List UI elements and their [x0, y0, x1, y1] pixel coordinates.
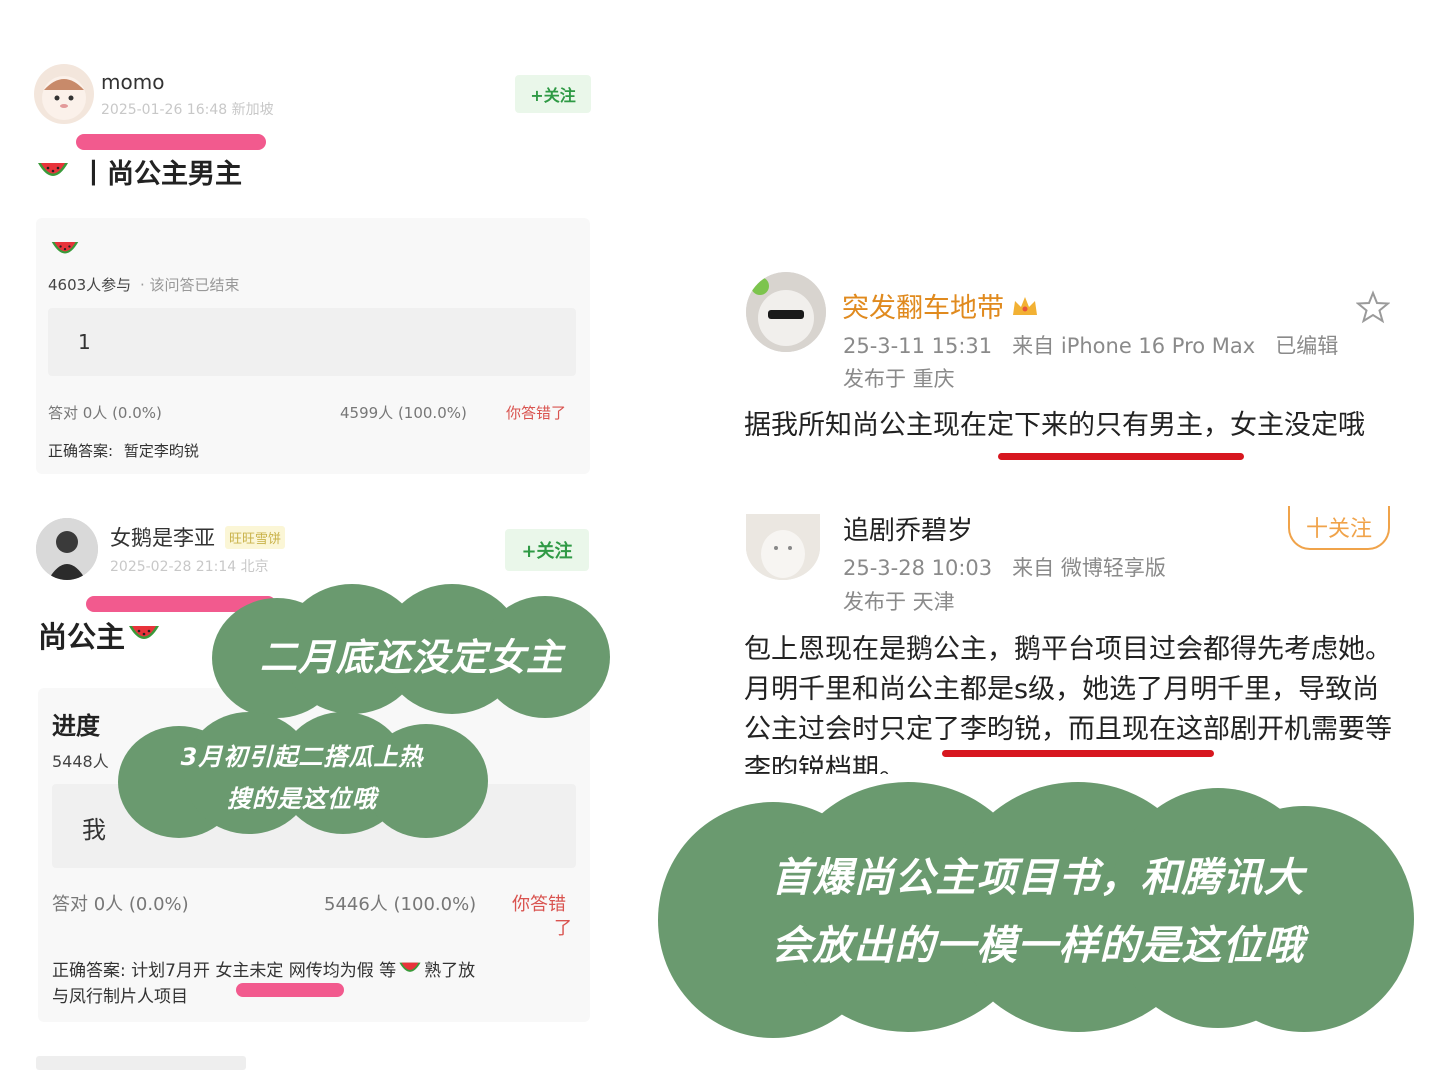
- answer-text-end: 熟了放: [424, 961, 476, 981]
- post1-meta: 2025-01-26 16:48 新加坡: [101, 102, 274, 118]
- avatar-nvelishiliya[interactable]: [36, 518, 98, 580]
- participants-count: 4603人参与: [48, 276, 132, 294]
- post2-title-row: 尚公主: [38, 614, 161, 656]
- highlight-mark: [236, 983, 344, 997]
- answer-row: 正确答案: 计划7月开 女主未定 网传均为假 等 熟了放: [52, 956, 475, 981]
- quiz-option-label: 我: [82, 816, 106, 844]
- bubble-text-line: 会放出的一模一样的是这位哦: [771, 923, 1305, 969]
- bubble-text-line: 搜的是这位哦: [227, 785, 377, 813]
- post1-username[interactable]: momo: [101, 70, 164, 94]
- faded-line: [36, 1056, 246, 1070]
- underline-mark: [942, 750, 1214, 757]
- comment2-meta: 25-3-28 10:03 来自 微博轻享版: [843, 556, 1166, 580]
- bubble-text-line: 首爆尚公主项目书，和腾讯大: [771, 855, 1305, 901]
- bubble-text-line: 3月初引起二搭瓜上热: [180, 743, 424, 771]
- progress-label: 进度: [52, 712, 100, 740]
- avatar-image: [746, 514, 820, 580]
- comment1-user-row: 突发翻车地带: [842, 286, 1040, 325]
- post2-meta: 2025-02-28 21:14 北京: [110, 559, 269, 575]
- answer-text: 正确答案: 计划7月开 女主未定 网传均为假 等: [52, 961, 397, 981]
- avatar-image: [36, 518, 98, 580]
- quiz-option[interactable]: 1: [48, 308, 576, 376]
- avatar-momo[interactable]: [34, 64, 94, 124]
- post2-user-row: 女鹅是李亚 旺旺雪饼: [110, 522, 286, 552]
- comment1-username[interactable]: 突发翻车地带: [842, 286, 1004, 325]
- follow-button[interactable]: +关注: [505, 529, 589, 571]
- wrong-stat: 4599人 (100.0%): [340, 404, 467, 422]
- post1-title-row: 丨尚公主男主: [36, 152, 242, 191]
- post1-title: 丨尚公主男主: [80, 159, 242, 190]
- answer-text: 暂定李昀锐: [123, 442, 199, 460]
- wrong-label: 你答错了: [506, 404, 567, 422]
- wrong-stat: 5446人 (100.0%): [324, 894, 477, 915]
- comment1-meta: 25-3-11 15:31 来自 iPhone 16 Pro Max 已编辑: [843, 334, 1339, 358]
- avatar-zhuijuqiaobisui[interactable]: [746, 514, 820, 580]
- user-badge: 旺旺雪饼: [225, 525, 286, 549]
- comment1-location: 发布于 重庆: [843, 367, 955, 391]
- bubble-text: 首爆尚公主项目书，和腾讯大 会放出的一模一样的是这位哦: [698, 842, 1378, 982]
- participants-row: 4603人参与 · 该问答已结束: [48, 274, 240, 295]
- watermelon-icon: [129, 626, 160, 639]
- bubble-text: 3月初引起二搭瓜上热 搜的是这位哦: [132, 734, 472, 822]
- avatar-tufafanchedidai[interactable]: [746, 272, 826, 352]
- watermelon-icon: [38, 162, 68, 176]
- annotation-bubble-3: 首爆尚公主项目书，和腾讯大 会放出的一模一样的是这位哦: [658, 782, 1414, 1038]
- follow-button[interactable]: 十关注: [1288, 506, 1390, 550]
- annotation-bubble-2: 3月初引起二搭瓜上热 搜的是这位哦: [118, 712, 488, 838]
- highlight-mark: [76, 134, 266, 150]
- answer-label: 正确答案:: [48, 442, 114, 460]
- post2-username[interactable]: 女鹅是李亚: [110, 522, 215, 552]
- answer-row: 正确答案: 暂定李昀锐: [48, 440, 199, 461]
- correct-stat: 答对 0人 (0.0%): [52, 894, 189, 915]
- bubble-text: 二月底还没定女主: [260, 636, 564, 679]
- quiz-status: · 该问答已结束: [139, 276, 240, 294]
- participants-count: 5448人: [52, 752, 109, 771]
- comment2-location: 发布于 天津: [843, 590, 955, 614]
- follow-button[interactable]: +关注: [515, 75, 591, 113]
- watermelon-icon: [51, 242, 79, 254]
- correct-stat: 答对 0人 (0.0%): [48, 404, 162, 422]
- underline-mark: [998, 453, 1244, 460]
- watermelon-icon: [399, 962, 421, 972]
- wrong-label-cont: 了: [554, 918, 572, 939]
- wrong-label: 你答错: [512, 894, 566, 915]
- comment2-username[interactable]: 追剧乔碧岁: [843, 510, 973, 547]
- quiz-option-label: 1: [78, 330, 91, 354]
- post2-title: 尚公主: [38, 620, 126, 654]
- answer-text-line2: 与凤行制片人项目: [52, 987, 188, 1007]
- quiz-card-1: 4603人参与 · 该问答已结束 1 答对 0人 (0.0%) 4599人 (1…: [36, 218, 590, 474]
- avatar-image: [42, 76, 86, 120]
- comment1-body: 据我所知尚公主现在定下来的只有男主，女主没定哦: [744, 410, 1365, 441]
- annotation-bubble-1: 二月底还没定女主: [212, 584, 610, 720]
- crown-icon: [1013, 296, 1037, 315]
- avatar-image: [746, 272, 826, 352]
- star-outline-icon[interactable]: [1356, 290, 1390, 324]
